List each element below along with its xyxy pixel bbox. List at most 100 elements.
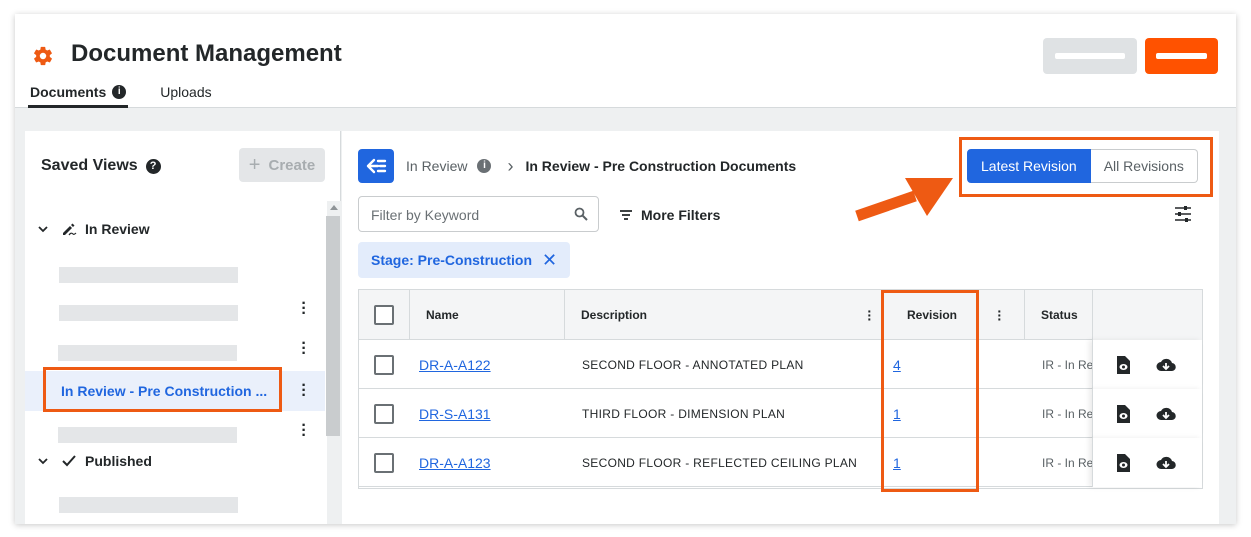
plus-icon: + xyxy=(248,153,261,176)
document-description: SECOND FLOOR - REFLECTED CEILING PLAN xyxy=(582,455,858,470)
header-secondary-button[interactable] xyxy=(1043,38,1137,74)
group-in-review[interactable]: In Review xyxy=(25,215,325,243)
column-header-description[interactable]: Description · · · xyxy=(565,290,883,340)
page-header: Document Management Documents i Uploads xyxy=(15,14,1236,108)
row-checkbox[interactable] xyxy=(374,354,394,375)
select-all-checkbox[interactable] xyxy=(374,305,394,325)
create-label: Create xyxy=(268,156,316,174)
view-document-icon[interactable] xyxy=(1113,404,1133,424)
collapse-left-icon xyxy=(366,158,387,174)
breadcrumb-parent[interactable]: In Review xyxy=(406,158,467,174)
row-checkbox-cell xyxy=(374,438,394,487)
scroll-up-arrow-icon[interactable] xyxy=(330,205,338,210)
more-options-icon[interactable]: · · · xyxy=(997,304,1002,326)
document-name-link[interactable]: DR-A-A122 xyxy=(419,357,491,373)
list-item-selected[interactable]: In Review - Pre Construction ... · · · xyxy=(25,367,325,412)
more-options-icon[interactable]: · · · xyxy=(867,304,872,326)
table-row[interactable]: DR-S-A131 THIRD FLOOR - DIMENSION PLAN 1… xyxy=(359,389,1202,438)
saved-views-heading: Saved Views ? xyxy=(41,157,161,175)
column-header-label: Status xyxy=(1041,308,1078,322)
more-options-icon[interactable]: · · · xyxy=(299,296,309,322)
header-primary-button[interactable] xyxy=(1145,38,1218,74)
table-row[interactable]: DR-A-A123 SECOND FLOOR - REFLECTED CEILI… xyxy=(359,438,1202,487)
documents-panel: In Review i › In Review - Pre Constructi… xyxy=(342,131,1219,524)
download-icon[interactable] xyxy=(1156,453,1176,473)
list-item[interactable]: · · · xyxy=(25,289,325,329)
tab-uploads[interactable]: Uploads xyxy=(158,84,213,108)
saved-views-title: Saved Views xyxy=(41,157,138,174)
select-all-cell xyxy=(359,290,410,340)
tab-bar: Documents i Uploads xyxy=(28,84,214,108)
list-item[interactable] xyxy=(25,481,325,521)
table-header: Name Description · · · Revision · · · Status xyxy=(359,290,1202,340)
collapse-panel-button[interactable] xyxy=(358,149,394,183)
gear-icon xyxy=(34,46,52,66)
filter-chip[interactable]: Stage: Pre-Construction ✕ xyxy=(358,242,571,278)
table-row[interactable]: DR-A-A122 SECOND FLOOR - ANNOTATED PLAN … xyxy=(359,340,1202,389)
keyword-filter-input[interactable]: Filter by Keyword xyxy=(358,196,599,232)
list-item[interactable] xyxy=(25,249,325,289)
document-name-link[interactable]: DR-S-A131 xyxy=(419,406,491,422)
search-icon xyxy=(574,207,588,221)
status-text: IR - In Re xyxy=(1042,406,1092,421)
chevron-down-icon[interactable] xyxy=(38,456,48,466)
info-icon[interactable]: i xyxy=(477,159,492,173)
column-header-label: Description xyxy=(581,308,648,322)
annotation-arrow-icon xyxy=(855,178,953,222)
row-actions xyxy=(1092,389,1202,438)
document-description: THIRD FLOOR - DIMENSION PLAN xyxy=(582,406,786,421)
pencil-sign-icon xyxy=(63,223,77,236)
info-icon[interactable]: i xyxy=(112,85,127,99)
breadcrumb: In Review i › In Review - Pre Constructi… xyxy=(406,156,797,176)
download-icon[interactable] xyxy=(1156,355,1176,375)
more-options-icon[interactable]: · · · xyxy=(299,418,309,444)
create-view-button[interactable]: + Create xyxy=(239,148,325,182)
group-published[interactable]: Published xyxy=(25,447,325,475)
list-item[interactable]: · · · xyxy=(25,329,325,369)
list-item[interactable]: · · · xyxy=(25,411,325,451)
placeholder-text xyxy=(59,267,238,283)
highlight-box xyxy=(881,290,979,492)
document-description: SECOND FLOOR - ANNOTATED PLAN xyxy=(582,357,804,372)
more-options-icon[interactable]: · · · xyxy=(299,336,309,362)
tab-documents-label: Documents xyxy=(30,84,107,100)
download-icon[interactable] xyxy=(1156,404,1176,424)
placeholder-text xyxy=(58,427,237,443)
tab-uploads-label: Uploads xyxy=(160,84,212,100)
more-options-icon[interactable]: · · · xyxy=(299,378,309,404)
more-filters-button[interactable]: More Filters xyxy=(619,207,720,223)
chevron-right-icon: › xyxy=(507,156,514,176)
checkmark-icon xyxy=(62,455,76,467)
row-checkbox[interactable] xyxy=(374,403,394,424)
status-text: IR - In Re xyxy=(1042,455,1092,470)
chevron-down-icon[interactable] xyxy=(38,224,48,234)
actions-header xyxy=(1092,290,1202,340)
view-document-icon[interactable] xyxy=(1113,355,1133,375)
app-window: Document Management Documents i Uploads … xyxy=(15,14,1236,524)
keyword-filter-placeholder: Filter by Keyword xyxy=(371,207,480,223)
document-name-link[interactable]: DR-A-A123 xyxy=(419,455,491,471)
row-checkbox[interactable] xyxy=(374,452,394,473)
more-filters-label: More Filters xyxy=(641,207,721,223)
page-title: Document Management xyxy=(71,40,342,67)
tab-documents[interactable]: Documents i xyxy=(28,84,129,108)
column-settings-icon[interactable] xyxy=(1174,205,1192,223)
row-actions xyxy=(1092,438,1202,487)
row-actions xyxy=(1092,340,1202,389)
scrollbar-thumb[interactable] xyxy=(326,216,340,436)
placeholder-text xyxy=(59,305,238,321)
help-icon[interactable]: ? xyxy=(145,158,161,174)
filter-chip-label: Stage: Pre-Construction xyxy=(371,252,533,268)
saved-views-panel: Saved Views ? + Create In Review · · · ·… xyxy=(25,131,341,524)
documents-table: Name Description · · · Revision · · · Status xyxy=(358,289,1203,492)
group-label: In Review xyxy=(85,221,150,237)
highlight-box xyxy=(959,137,1213,197)
status-text: IR - In Re xyxy=(1042,357,1092,372)
group-label: Published xyxy=(85,453,152,469)
view-document-icon[interactable] xyxy=(1113,453,1133,473)
breadcrumb-current: In Review - Pre Construction Documents xyxy=(525,158,797,174)
column-header-name[interactable]: Name xyxy=(410,290,565,340)
column-header-label: Name xyxy=(426,308,459,322)
close-icon[interactable]: ✕ xyxy=(542,250,557,271)
row-checkbox-cell xyxy=(374,389,394,438)
